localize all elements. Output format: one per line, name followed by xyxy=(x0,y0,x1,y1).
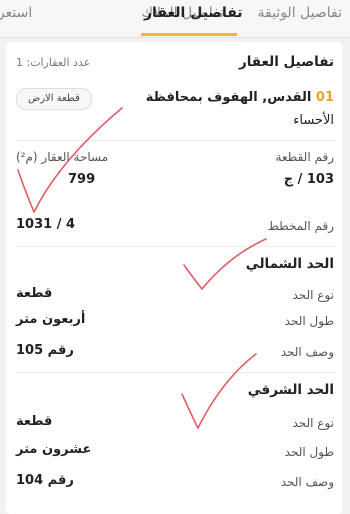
east-length-label: طول الحد xyxy=(284,445,334,459)
tab-property-details[interactable]: تفاصيل العقار xyxy=(144,5,243,21)
north-type-value: قطعة xyxy=(16,286,53,301)
north-length-label: طول الحد xyxy=(284,314,334,328)
divider xyxy=(16,372,336,373)
north-type-label: نوع الحد xyxy=(292,288,334,302)
east-type-value: قطعة xyxy=(16,414,53,429)
divider xyxy=(16,140,336,141)
active-tab-indicator xyxy=(141,33,237,36)
plot-number-value: 103 / ج xyxy=(283,172,334,187)
east-boundary-title: الحد الشرقي xyxy=(247,382,334,398)
plan-number-value: 1031 / 4 xyxy=(16,217,76,232)
property-name-line2: الأحساء xyxy=(293,113,334,128)
property-type-chip: قطعة الارض xyxy=(16,88,92,110)
property-index: 01 xyxy=(315,90,334,105)
east-desc-value: رقم 104 xyxy=(16,473,74,488)
north-desc-value: رقم 105 xyxy=(16,343,74,358)
north-length-value: أربعون متر xyxy=(16,312,86,327)
east-length-value: عشرون متر xyxy=(16,442,92,457)
area-value: 799 xyxy=(68,172,96,187)
east-type-label: نوع الحد xyxy=(292,416,334,430)
tab-document-details[interactable]: تفاصيل الوثيقة xyxy=(257,5,342,21)
property-name-line1: القدس, الهفوف بمحافظة xyxy=(145,90,312,105)
tab-bar: تفاصيل الوثيقة تفاصيل الملاك تفاصيل العق… xyxy=(0,0,350,38)
tab-review[interactable]: استعرا xyxy=(0,5,32,21)
east-desc-label: وصف الحد xyxy=(280,475,334,489)
north-boundary-title: الحد الشمالي xyxy=(245,256,334,272)
property-section-title: تفاصيل العقار xyxy=(238,54,334,70)
tabs-divider xyxy=(0,37,350,38)
plot-number-label: رقم القطعة xyxy=(275,150,334,164)
divider xyxy=(16,246,336,247)
area-label: مساحة العقار (م²) xyxy=(16,150,109,164)
property-card: تفاصيل العقار عدد العقارات: 1 01 القدس, … xyxy=(6,42,342,514)
plan-number-label: رقم المخطط xyxy=(267,219,334,233)
property-name: 01 القدس, الهفوف بمحافظة xyxy=(146,90,334,105)
property-count: عدد العقارات: 1 xyxy=(16,56,91,69)
north-desc-label: وصف الحد xyxy=(280,345,334,359)
